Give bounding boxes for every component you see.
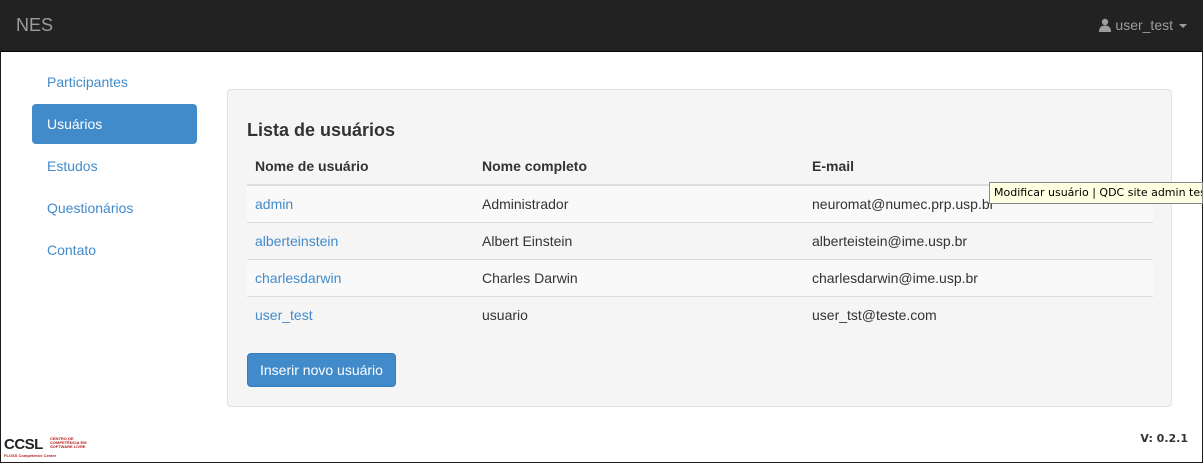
- logo-text: CCSL: [4, 436, 43, 453]
- sidebar-item-estudos[interactable]: Estudos: [32, 146, 197, 186]
- sidebar-item-contato[interactable]: Contato: [32, 230, 197, 270]
- sidebar-nav: Participantes Usuários Estudos Questioná…: [32, 62, 197, 272]
- email-cell: user_tst@teste.com: [804, 295, 1153, 333]
- fullname-cell: Albert Einstein: [474, 221, 804, 259]
- username-link[interactable]: admin: [255, 196, 293, 212]
- email-cell: charlesdarwin@ime.usp.br: [804, 258, 1153, 296]
- ccsl-logo: CCSL CENTRO DE COMPETÊNCIA EM SOFTWARE L…: [4, 436, 99, 458]
- sidebar-item-questionarios[interactable]: Questionários: [32, 188, 197, 228]
- user-icon: [1099, 18, 1112, 32]
- column-header-username: Nome de usuário: [247, 148, 474, 186]
- fullname-cell: Charles Darwin: [474, 258, 804, 296]
- add-user-button[interactable]: Inserir novo usuário: [247, 353, 396, 387]
- version-label: V: 0.2.1: [1140, 432, 1188, 445]
- logo-subtitle: CENTRO DE COMPETÊNCIA EM SOFTWARE LIVRE: [50, 436, 87, 449]
- caret-down-icon: [1179, 24, 1187, 28]
- sidebar-item-usuarios[interactable]: Usuários: [32, 104, 197, 144]
- table-row: charlesdarwin Charles Darwin charlesdarw…: [247, 258, 1153, 296]
- top-navbar: NES user_test: [0, 0, 1203, 52]
- users-table: Nome de usuário Nome completo E-mail adm…: [247, 148, 1153, 333]
- tooltip: Modificar usuário | QDC site admin test: [989, 182, 1203, 204]
- page-title: Lista de usuários: [247, 120, 396, 140]
- brand-link[interactable]: NES: [16, 15, 53, 36]
- fullname-cell: usuario: [474, 295, 804, 333]
- column-header-email: E-mail: [804, 148, 1153, 186]
- fullname-cell: Administrador: [474, 184, 804, 222]
- table-row: user_test usuario user_tst@teste.com: [247, 295, 1153, 333]
- username-link[interactable]: user_test: [255, 307, 313, 323]
- username-link[interactable]: charlesdarwin: [255, 270, 341, 286]
- table-row: alberteinstein Albert Einstein alberteis…: [247, 221, 1153, 259]
- username-label: user_test: [1115, 17, 1173, 33]
- column-header-fullname: Nome completo: [474, 148, 804, 186]
- email-cell: alberteistein@ime.usp.br: [804, 221, 1153, 259]
- user-menu-dropdown[interactable]: user_test: [1099, 17, 1187, 33]
- users-panel: Lista de usuários Nome de usuário Nome c…: [227, 89, 1172, 407]
- username-link[interactable]: alberteinstein: [255, 233, 338, 249]
- logo-tagline: FLOSS Competence Center: [4, 453, 57, 458]
- sidebar-item-participantes[interactable]: Participantes: [32, 62, 197, 102]
